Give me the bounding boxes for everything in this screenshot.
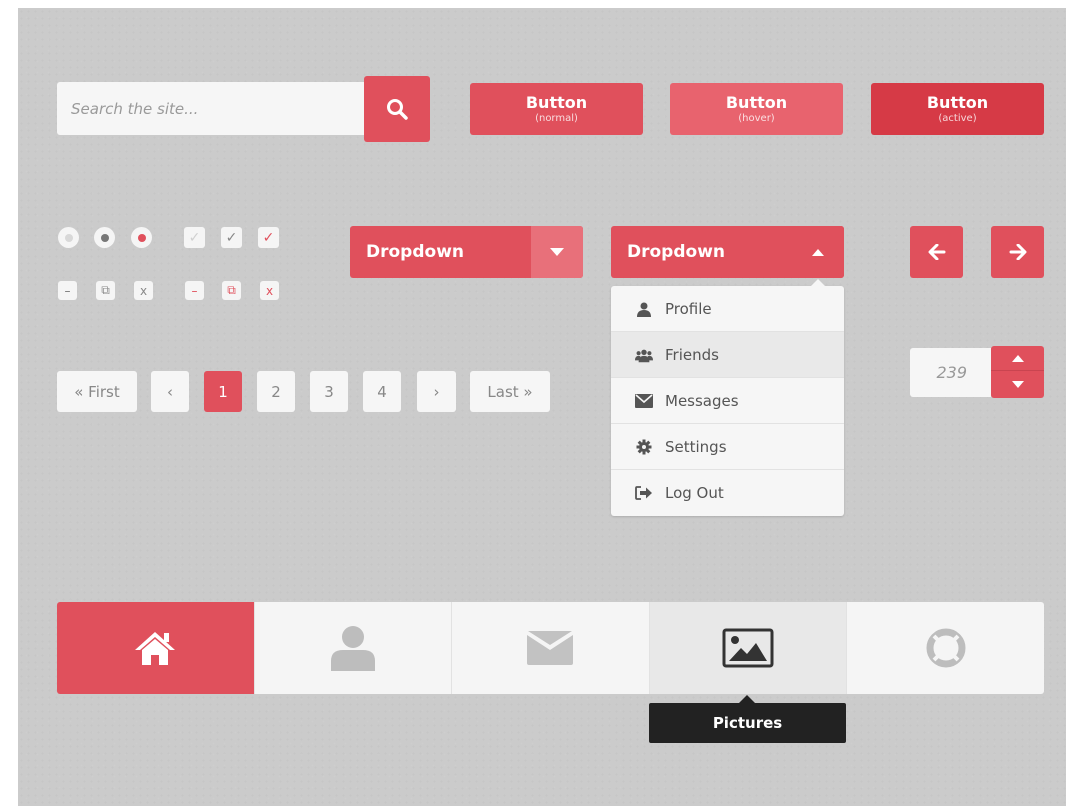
copy-icon: ⧉ [227, 283, 236, 297]
button-state: (normal) [535, 112, 578, 124]
stepper-decrement[interactable] [991, 371, 1044, 398]
next-button[interactable] [991, 226, 1044, 278]
menu-item-friends[interactable]: Friends [611, 332, 844, 378]
caret-down-icon [1011, 381, 1024, 388]
minus-icon: – [64, 283, 71, 298]
check-icon: ✓ [262, 229, 275, 246]
minus-icon: – [191, 283, 198, 298]
dropdown-toggle[interactable] [792, 226, 844, 278]
checkbox-light[interactable]: ✓ [184, 227, 205, 248]
radio-dot [100, 233, 109, 242]
quantity-stepper[interactable] [910, 348, 991, 397]
menu-item-label: Friends [665, 345, 719, 364]
tab-home[interactable] [57, 602, 254, 694]
radio-selected[interactable] [131, 227, 152, 248]
button-label: Button [725, 92, 788, 112]
envelope-icon [527, 631, 574, 665]
caret-down-icon [550, 248, 564, 256]
gear-icon [635, 438, 653, 456]
chevron-right-icon: › [433, 382, 440, 401]
minus-button-red[interactable]: – [185, 281, 204, 300]
dropdown-open[interactable]: Dropdown [611, 226, 844, 278]
dropdown-closed[interactable]: Dropdown [350, 226, 583, 278]
search-icon [387, 99, 408, 120]
stepper-increment[interactable] [991, 346, 1044, 371]
home-icon [135, 632, 176, 665]
pagination-page-1[interactable]: 1 [204, 371, 242, 412]
tab-messages[interactable] [451, 602, 649, 694]
close-button-red[interactable]: x [260, 281, 279, 300]
user-icon [635, 300, 653, 318]
pagination-first[interactable]: « First [57, 371, 137, 412]
sign-out-icon [635, 484, 653, 502]
page-number: 4 [377, 382, 387, 401]
tab-profile[interactable] [253, 602, 452, 694]
radio-dot [64, 233, 73, 242]
dropdown-menu: Profile Friends Messages Settings Log Ou… [611, 279, 844, 516]
arrow-right-icon [1009, 244, 1026, 260]
button-hover[interactable]: Button (hover) [670, 83, 843, 135]
close-icon: x [265, 283, 274, 298]
radio-off[interactable] [58, 227, 79, 248]
users-icon [635, 346, 653, 364]
button-state: (active) [938, 112, 977, 124]
button-state: (hover) [738, 112, 775, 124]
pagination-last[interactable]: Last » [470, 371, 550, 412]
dropdown-label: Dropdown [627, 242, 725, 262]
menu-item-label: Profile [665, 299, 712, 318]
menu-item-label: Settings [665, 437, 727, 456]
pagination-prev[interactable]: ‹ [151, 371, 189, 412]
envelope-icon [635, 392, 653, 410]
minus-button[interactable]: – [58, 281, 77, 300]
page-number: 1 [218, 382, 228, 401]
check-icon: ✓ [225, 229, 238, 246]
pagination-last-label: Last » [487, 382, 533, 401]
arrow-left-icon [928, 244, 945, 260]
menu-item-profile[interactable]: Profile [611, 286, 844, 332]
chevron-left-icon: ‹ [167, 382, 173, 401]
caret-up-icon [1011, 354, 1024, 362]
tab-pictures[interactable] [648, 602, 847, 694]
dropdown-toggle[interactable] [531, 226, 583, 278]
menu-item-label: Log Out [665, 484, 724, 502]
page-number: 2 [271, 382, 281, 401]
icon-tab-bar [57, 602, 1044, 694]
tab-help[interactable] [846, 602, 1044, 694]
checkbox-grey[interactable]: ✓ [221, 227, 242, 248]
pagination-page-2[interactable]: 2 [257, 371, 295, 412]
tooltip-label: Pictures [712, 714, 783, 732]
check-icon: ✓ [188, 229, 201, 246]
pagination-page-3[interactable]: 3 [310, 371, 348, 412]
dropdown-label: Dropdown [366, 242, 464, 262]
prev-button[interactable] [910, 226, 963, 278]
pagination-page-4[interactable]: 4 [363, 371, 401, 412]
user-icon [330, 626, 375, 671]
picture-icon [722, 628, 774, 668]
button-label: Button [926, 92, 989, 112]
pagination-next[interactable]: › [417, 371, 456, 412]
menu-item-logout[interactable]: Log Out [611, 470, 844, 516]
close-icon: x [139, 283, 148, 298]
menu-item-settings[interactable]: Settings [611, 424, 844, 470]
search-input[interactable] [57, 82, 365, 135]
copy-button-red[interactable]: ⧉ [222, 281, 241, 300]
menu-item-label: Messages [665, 391, 739, 410]
radio-dot [137, 233, 146, 242]
button-active[interactable]: Button (active) [871, 83, 1044, 135]
copy-icon: ⧉ [101, 283, 110, 297]
button-normal[interactable]: Button (normal) [470, 83, 643, 135]
caret-up-icon [812, 248, 824, 256]
pagination-first-label: « First [74, 382, 120, 401]
close-button[interactable]: x [134, 281, 153, 300]
tooltip: Pictures [649, 695, 846, 743]
button-label: Button [525, 92, 588, 112]
page-number: 3 [324, 382, 334, 401]
checkbox-red[interactable]: ✓ [258, 227, 279, 248]
radio-grey[interactable] [94, 227, 115, 248]
lifebuoy-icon [926, 628, 966, 668]
search-button[interactable] [364, 76, 430, 142]
menu-item-messages[interactable]: Messages [611, 378, 844, 424]
copy-button[interactable]: ⧉ [96, 281, 115, 300]
